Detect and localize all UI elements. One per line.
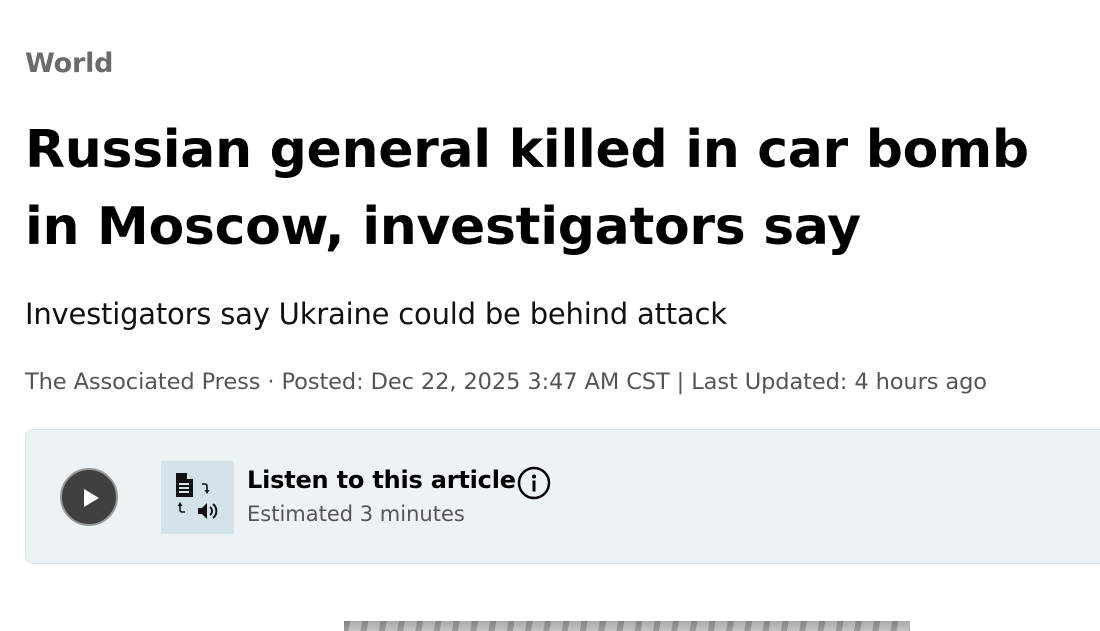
article-headline: Russian general killed in car bomb in Mo… bbox=[25, 120, 1029, 257]
listen-to-article-player: Listen to this article Estimated 3 minut… bbox=[25, 429, 1100, 564]
article-hero-image bbox=[344, 621, 910, 631]
section-link-world[interactable]: World bbox=[25, 48, 113, 79]
info-icon bbox=[517, 466, 551, 500]
article-deck: Investigators say Ukraine could be behin… bbox=[25, 297, 727, 331]
listen-duration: Estimated 3 minutes bbox=[247, 502, 465, 526]
play-icon bbox=[84, 489, 99, 507]
listen-title: Listen to this article bbox=[247, 466, 516, 494]
play-button[interactable] bbox=[60, 468, 118, 526]
text-to-speech-icon bbox=[176, 473, 218, 519]
text-to-speech-thumbnail bbox=[161, 461, 234, 534]
info-button[interactable] bbox=[517, 466, 551, 500]
article-byline: The Associated Press · Posted: Dec 22, 2… bbox=[25, 369, 987, 395]
